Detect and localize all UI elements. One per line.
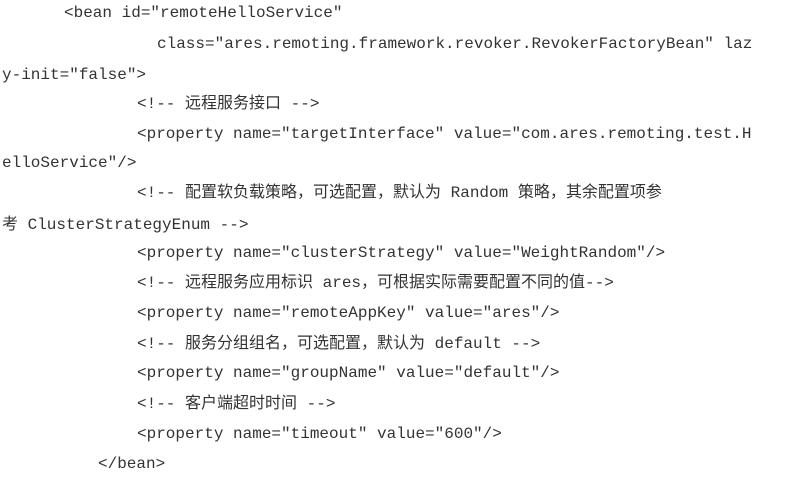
code-line-comment-timeout: <!-- 客户端超时时间 --> <box>137 395 336 413</box>
code-line-comment-remote-interface: <!-- 远程服务接口 --> <box>137 95 320 113</box>
code-line-comment-group-name: <!-- 服务分组组名，可选配置，默认为 default --> <box>137 335 541 353</box>
code-line-lazy-init: y-init="false"> <box>2 66 147 84</box>
code-line-property-cluster-strategy: <property name="clusterStrategy" value="… <box>137 244 666 262</box>
code-document: <bean id="remoteHelloService" class="are… <box>0 0 804 479</box>
code-line-property-group-name: <property name="groupName" value="defaul… <box>137 364 560 382</box>
code-line-comment-cluster-strategy-cont: 考 ClusterStrategyEnum --> <box>2 216 249 234</box>
code-line-bean-open: <bean id="remoteHelloService" <box>64 4 343 22</box>
code-line-bean-close: </bean> <box>98 455 166 473</box>
code-line-property-app-key: <property name="remoteAppKey" value="are… <box>137 304 560 322</box>
code-line-comment-app-key: <!-- 远程服务应用标识 ares，可根据实际需要配置不同的值--> <box>137 274 614 292</box>
code-line-property-timeout: <property name="timeout" value="600"/> <box>137 425 502 443</box>
code-line-class-attr: class="ares.remoting.framework.revoker.R… <box>157 35 753 53</box>
code-line-hello-service: elloService"/> <box>2 154 137 172</box>
code-line-comment-cluster-strategy: <!-- 配置软负载策略，可选配置，默认为 Random 策略，其余配置项参 <box>137 184 662 202</box>
code-line-property-target-interface: <property name="targetInterface" value="… <box>137 125 752 143</box>
